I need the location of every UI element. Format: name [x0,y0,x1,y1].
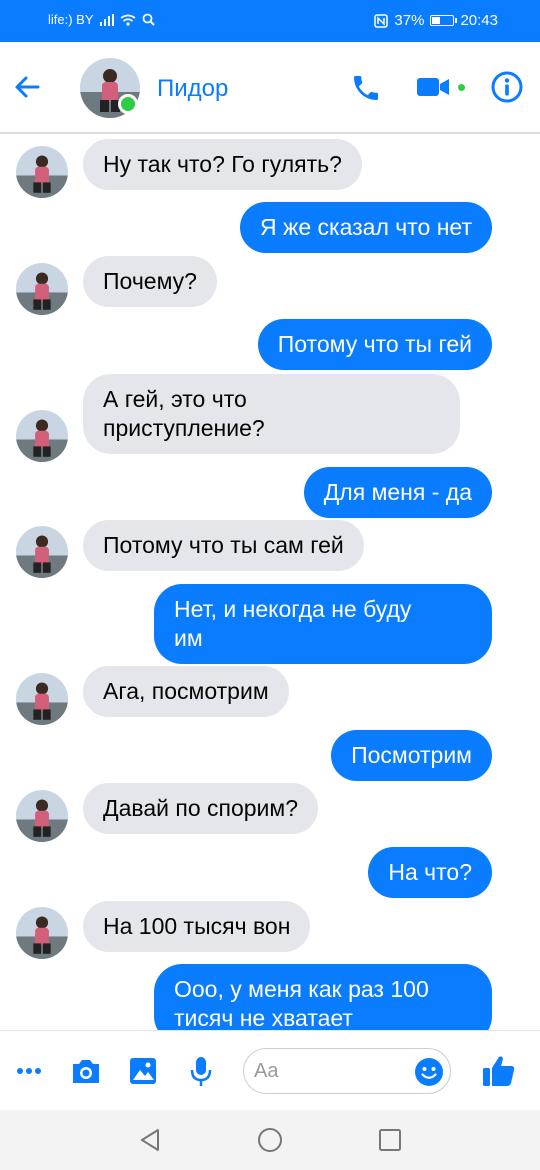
status-left: life:) BY [48,12,155,27]
sender-avatar[interactable] [16,526,68,578]
video-camera-icon[interactable] [416,75,450,99]
sender-avatar[interactable] [16,907,68,959]
outgoing-message[interactable]: Для меня - да [303,467,492,518]
system-nav-bar [0,1110,540,1170]
sender-avatar[interactable] [16,146,68,198]
incoming-message[interactable]: Потому что ты сам гей [83,520,364,571]
avatar-photo [16,526,68,578]
avatar-photo [16,907,68,959]
sender-avatar[interactable] [16,673,68,725]
signal-icon [99,13,114,26]
composer-bar [0,1030,540,1110]
message-text: Ага, посмотрим [103,678,269,704]
back-triangle-icon[interactable] [136,1126,164,1154]
message-text: На что? [388,859,472,885]
message-list[interactable]: Ну так что? Го гулять? Я же сказал что н… [0,134,540,1030]
outgoing-message[interactable]: Нет, и некогда не буду им [154,584,492,664]
sender-avatar[interactable] [16,790,68,842]
avatar-photo [16,673,68,725]
avatar-photo [16,790,68,842]
conversation-header: Пидор [0,42,540,134]
gallery-icon[interactable] [128,1056,158,1086]
battery-icon [430,15,458,26]
message-input[interactable] [254,1057,404,1085]
incoming-message[interactable]: Почему? [83,256,217,307]
recents-square-icon[interactable] [376,1126,404,1154]
sender-avatar[interactable] [16,263,68,315]
avatar-photo [16,263,68,315]
message-input-box[interactable] [243,1048,451,1094]
status-bar: life:) BY 37% 20:43 [0,0,540,42]
microphone-icon[interactable] [189,1055,213,1089]
incoming-message[interactable]: Ну так что? Го гулять? [83,139,362,190]
battery-percent: 37% [394,12,425,29]
avatar-photo [16,146,68,198]
outgoing-message[interactable]: Я же сказал что нет [239,202,492,253]
camera-icon[interactable] [70,1057,102,1085]
message-text: приступление? [103,415,265,441]
message-text: тисяч не хватает [174,1005,353,1030]
nfc-icon [374,13,389,28]
status-right: 37% 20:43 [374,12,498,29]
outgoing-message[interactable]: Потому что ты гей [257,319,492,370]
incoming-message[interactable]: Давай по спорим? [83,783,318,834]
message-text: На 100 тысяч вон [103,913,291,939]
info-icon[interactable] [490,70,524,104]
sender-avatar[interactable] [16,410,68,462]
clock: 20:43 [460,12,498,29]
online-status-dot [118,94,138,114]
video-active-dot [458,84,465,91]
message-text: Я же сказал что нет [259,214,472,240]
search-status-icon [142,13,155,26]
message-text: Давай по спорим? [103,795,298,821]
carrier-label: life:) BY [48,12,94,27]
wifi-icon [119,14,136,26]
message-text: им [174,625,203,651]
outgoing-message[interactable]: На что? [368,847,492,898]
outgoing-message[interactable]: Ооо, у меня как раз 100 тисяч не хватает [154,964,492,1030]
message-text: Для меня - да [323,479,472,505]
incoming-message[interactable]: На 100 тысяч вон [83,901,311,952]
contact-name[interactable]: Пидор [157,75,228,103]
back-arrow-icon[interactable] [12,72,42,102]
avatar-photo [16,410,68,462]
message-text: Потому что ты гей [277,331,472,357]
thumbs-up-icon[interactable] [481,1053,517,1089]
message-text: А гей, это что [103,386,247,412]
message-text: Почему? [103,268,197,294]
message-text: Нет, и некогда не буду [174,596,412,622]
phone-icon[interactable] [350,72,382,104]
message-text: Посмотрим [351,742,472,768]
more-icon[interactable] [16,1061,42,1081]
incoming-message[interactable]: А гей, это что приступление? [83,374,460,454]
home-circle-icon[interactable] [256,1126,284,1154]
incoming-message[interactable]: Ага, посмотрим [83,666,289,717]
emoji-icon[interactable] [414,1057,444,1087]
message-text: Потому что ты сам гей [103,532,344,558]
message-text: Ооо, у меня как раз 100 [174,976,429,1002]
message-text: Ну так что? Го гулять? [103,151,342,177]
outgoing-message[interactable]: Посмотрим [331,730,492,781]
